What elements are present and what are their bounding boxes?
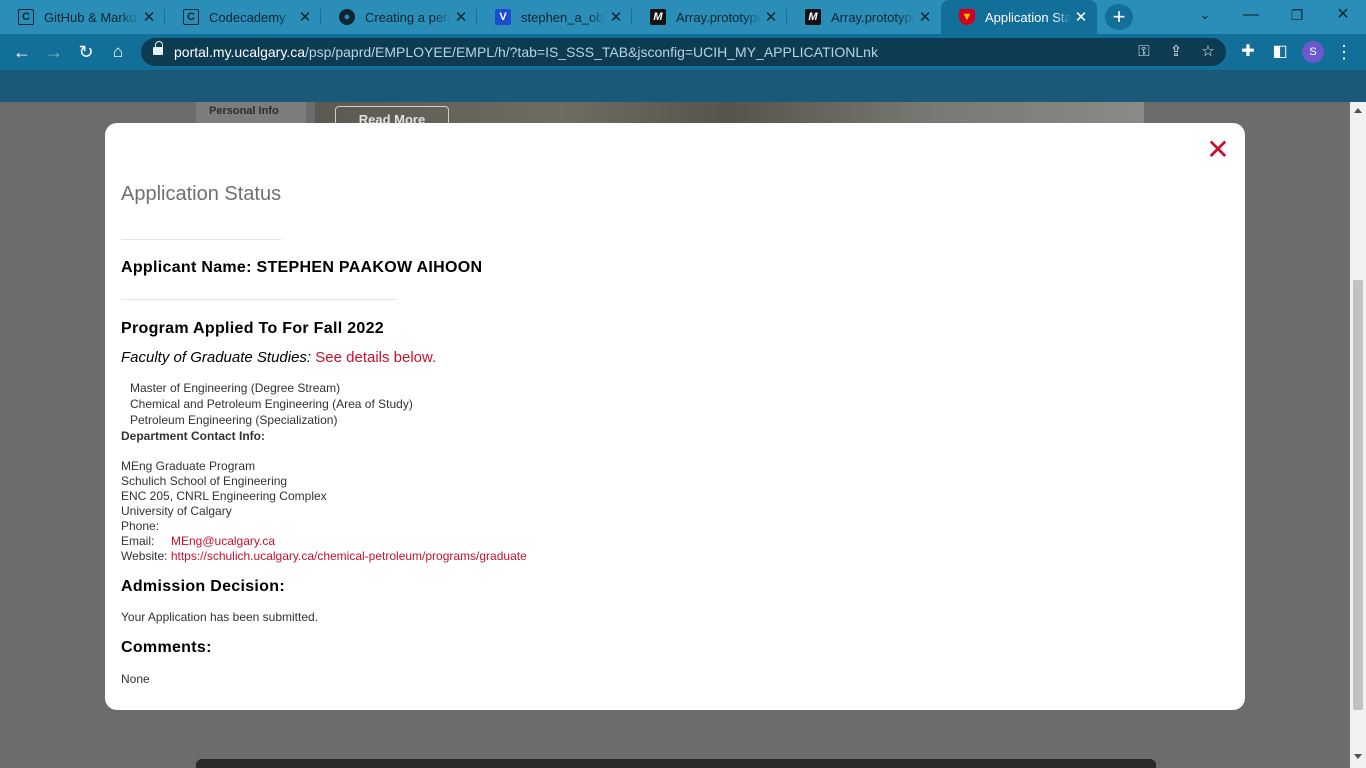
- ucalgary-shield-icon: ▼: [959, 9, 975, 25]
- browser-tab-strip: C GitHub & Markdown ✕ C Codecademy ✕ ● C…: [0, 0, 1366, 34]
- close-modal-button[interactable]: ✕: [1205, 136, 1231, 164]
- contact-email: Email: MEng@ucalgary.ca: [121, 534, 275, 548]
- bookmark-star-icon[interactable]: ☆: [1197, 41, 1219, 63]
- restore-button[interactable]: ❐: [1274, 0, 1320, 30]
- close-tab-icon[interactable]: ✕: [451, 8, 471, 26]
- github-icon: ●: [339, 9, 355, 25]
- faculty-label: Faculty of Graduate Studies:: [121, 349, 312, 366]
- comments-text: None: [121, 672, 150, 686]
- scroll-down-arrow-icon[interactable]: [1354, 754, 1362, 759]
- tab-title: Array.prototype.m: [676, 9, 761, 25]
- program-specialization: Petroleum Engineering (Specialization): [130, 413, 338, 427]
- profile-avatar[interactable]: S: [1302, 41, 1324, 63]
- tab-stephen-obj[interactable]: V stephen_a_obj | C ✕: [477, 0, 632, 34]
- tab-title: Application Status: [985, 9, 1071, 25]
- menu-kebab-icon[interactable]: ⋮: [1332, 40, 1356, 64]
- scrollbar-thumb[interactable]: [1353, 280, 1363, 710]
- new-tab-button[interactable]: +: [1105, 4, 1133, 30]
- admission-decision-text: Your Application has been submitted.: [121, 610, 319, 624]
- sidebar-personal-info: Personal Info: [209, 105, 279, 117]
- program-degree: Master of Engineering (Degree Stream): [130, 381, 341, 395]
- tab-title: stephen_a_obj | C: [521, 9, 606, 25]
- page-scrollbar[interactable]: [1350, 102, 1366, 768]
- website-label: Website:: [121, 549, 168, 563]
- lock-icon: [153, 41, 163, 57]
- address-bar[interactable]: portal.my.ucalgary.ca/psp/paprd/EMPLOYEE…: [141, 38, 1226, 66]
- mdn-icon: M: [650, 9, 666, 25]
- background-footer: [196, 759, 1156, 768]
- tab-github-markdown[interactable]: C GitHub & Markdown ✕: [0, 0, 165, 34]
- close-tab-icon[interactable]: ✕: [761, 8, 781, 26]
- close-tab-icon[interactable]: ✕: [139, 8, 159, 26]
- email-link[interactable]: MEng@ucalgary.ca: [171, 534, 275, 548]
- tab-title: Creating a personal: [365, 9, 451, 25]
- application-status-modal: ✕ Application Status Applicant Name: STE…: [105, 123, 1245, 710]
- url-path: /psp/paprd/EMPLOYEE/EMPL/h/?tab=IS_SSS_T…: [304, 44, 878, 60]
- scroll-up-arrow-icon[interactable]: [1354, 108, 1362, 113]
- page-header: [0, 70, 1366, 102]
- website-link[interactable]: https://schulich.ucalgary.ca/chemical-pe…: [171, 549, 527, 563]
- contact-line: MEng Graduate Program: [121, 459, 256, 473]
- minimize-button[interactable]: —: [1228, 0, 1274, 30]
- faculty-line: Faculty of Graduate Studies: See details…: [121, 349, 436, 366]
- tab-creating-personal[interactable]: ● Creating a personal ✕: [321, 0, 477, 34]
- vertical-bar-icon: V: [495, 9, 511, 25]
- close-tab-icon[interactable]: ✕: [915, 8, 935, 26]
- tab-search-icon[interactable]: ⌄: [1182, 0, 1228, 30]
- codecademy-icon: C: [18, 9, 34, 25]
- browser-toolbar: ← → ↻ ⌂ portal.my.ucalgary.ca/psp/paprd/…: [0, 34, 1366, 70]
- tab-application-status[interactable]: ▼ Application Status ✕: [941, 0, 1097, 34]
- forward-arrow-icon[interactable]: →: [42, 40, 66, 64]
- codecademy-icon: C: [183, 9, 199, 25]
- modal-title: Application Status: [121, 183, 282, 205]
- reload-icon[interactable]: ↻: [74, 40, 98, 64]
- program-area: Chemical and Petroleum Engineering (Area…: [130, 397, 413, 411]
- url-text[interactable]: portal.my.ucalgary.ca/psp/paprd/EMPLOYEE…: [174, 44, 878, 60]
- tab-codecademy[interactable]: C Codecademy ✕: [165, 0, 321, 34]
- contact-phone: Phone:: [121, 519, 159, 533]
- contact-line: Schulich School of Engineering: [121, 474, 288, 488]
- contact-website: Website: https://schulich.ucalgary.ca/ch…: [121, 549, 527, 563]
- contact-line: ENC 205, CNRL Engineering Complex: [121, 489, 327, 503]
- applicant-name-heading: Applicant Name: STEPHEN PAAKOW AIHOON: [121, 259, 482, 277]
- share-icon[interactable]: ⇪: [1165, 41, 1187, 63]
- contact-line: University of Calgary: [121, 504, 232, 518]
- admission-decision-heading: Admission Decision:: [121, 578, 285, 595]
- back-arrow-icon[interactable]: ←: [10, 40, 34, 64]
- program-heading: Program Applied To For Fall 2022: [121, 320, 384, 337]
- tab-array-map[interactable]: M Array.prototype.m ✕: [632, 0, 787, 34]
- home-icon[interactable]: ⌂: [106, 40, 130, 64]
- close-tab-icon[interactable]: ✕: [295, 8, 315, 26]
- applicant-label: Applicant Name:: [121, 259, 252, 276]
- comments-heading: Comments:: [121, 639, 212, 656]
- url-host: portal.my.ucalgary.ca: [174, 44, 305, 60]
- title-divider: [121, 239, 281, 240]
- mdn-icon: M: [805, 9, 821, 25]
- tab-title: GitHub & Markdown: [44, 9, 139, 25]
- close-window-button[interactable]: ✕: [1320, 0, 1366, 30]
- applicant-name: STEPHEN PAAKOW AIHOON: [256, 259, 483, 276]
- tab-title: Array.prototype.s: [831, 9, 915, 25]
- tab-title: Codecademy: [209, 9, 286, 25]
- applicant-divider: [121, 299, 396, 300]
- tab-array-s[interactable]: M Array.prototype.s ✕: [787, 0, 941, 34]
- phone-label: Phone:: [121, 519, 160, 533]
- side-panel-icon[interactable]: ◧: [1268, 40, 1292, 64]
- close-tab-icon[interactable]: ✕: [1071, 8, 1091, 26]
- key-icon[interactable]: ⚿: [1133, 41, 1155, 63]
- email-label: Email:: [121, 534, 155, 548]
- faculty-details-link[interactable]: See details below.: [315, 349, 436, 366]
- contact-heading: Department Contact Info:: [121, 429, 265, 443]
- extensions-puzzle-icon[interactable]: ✚: [1236, 40, 1260, 64]
- close-tab-icon[interactable]: ✕: [606, 8, 626, 26]
